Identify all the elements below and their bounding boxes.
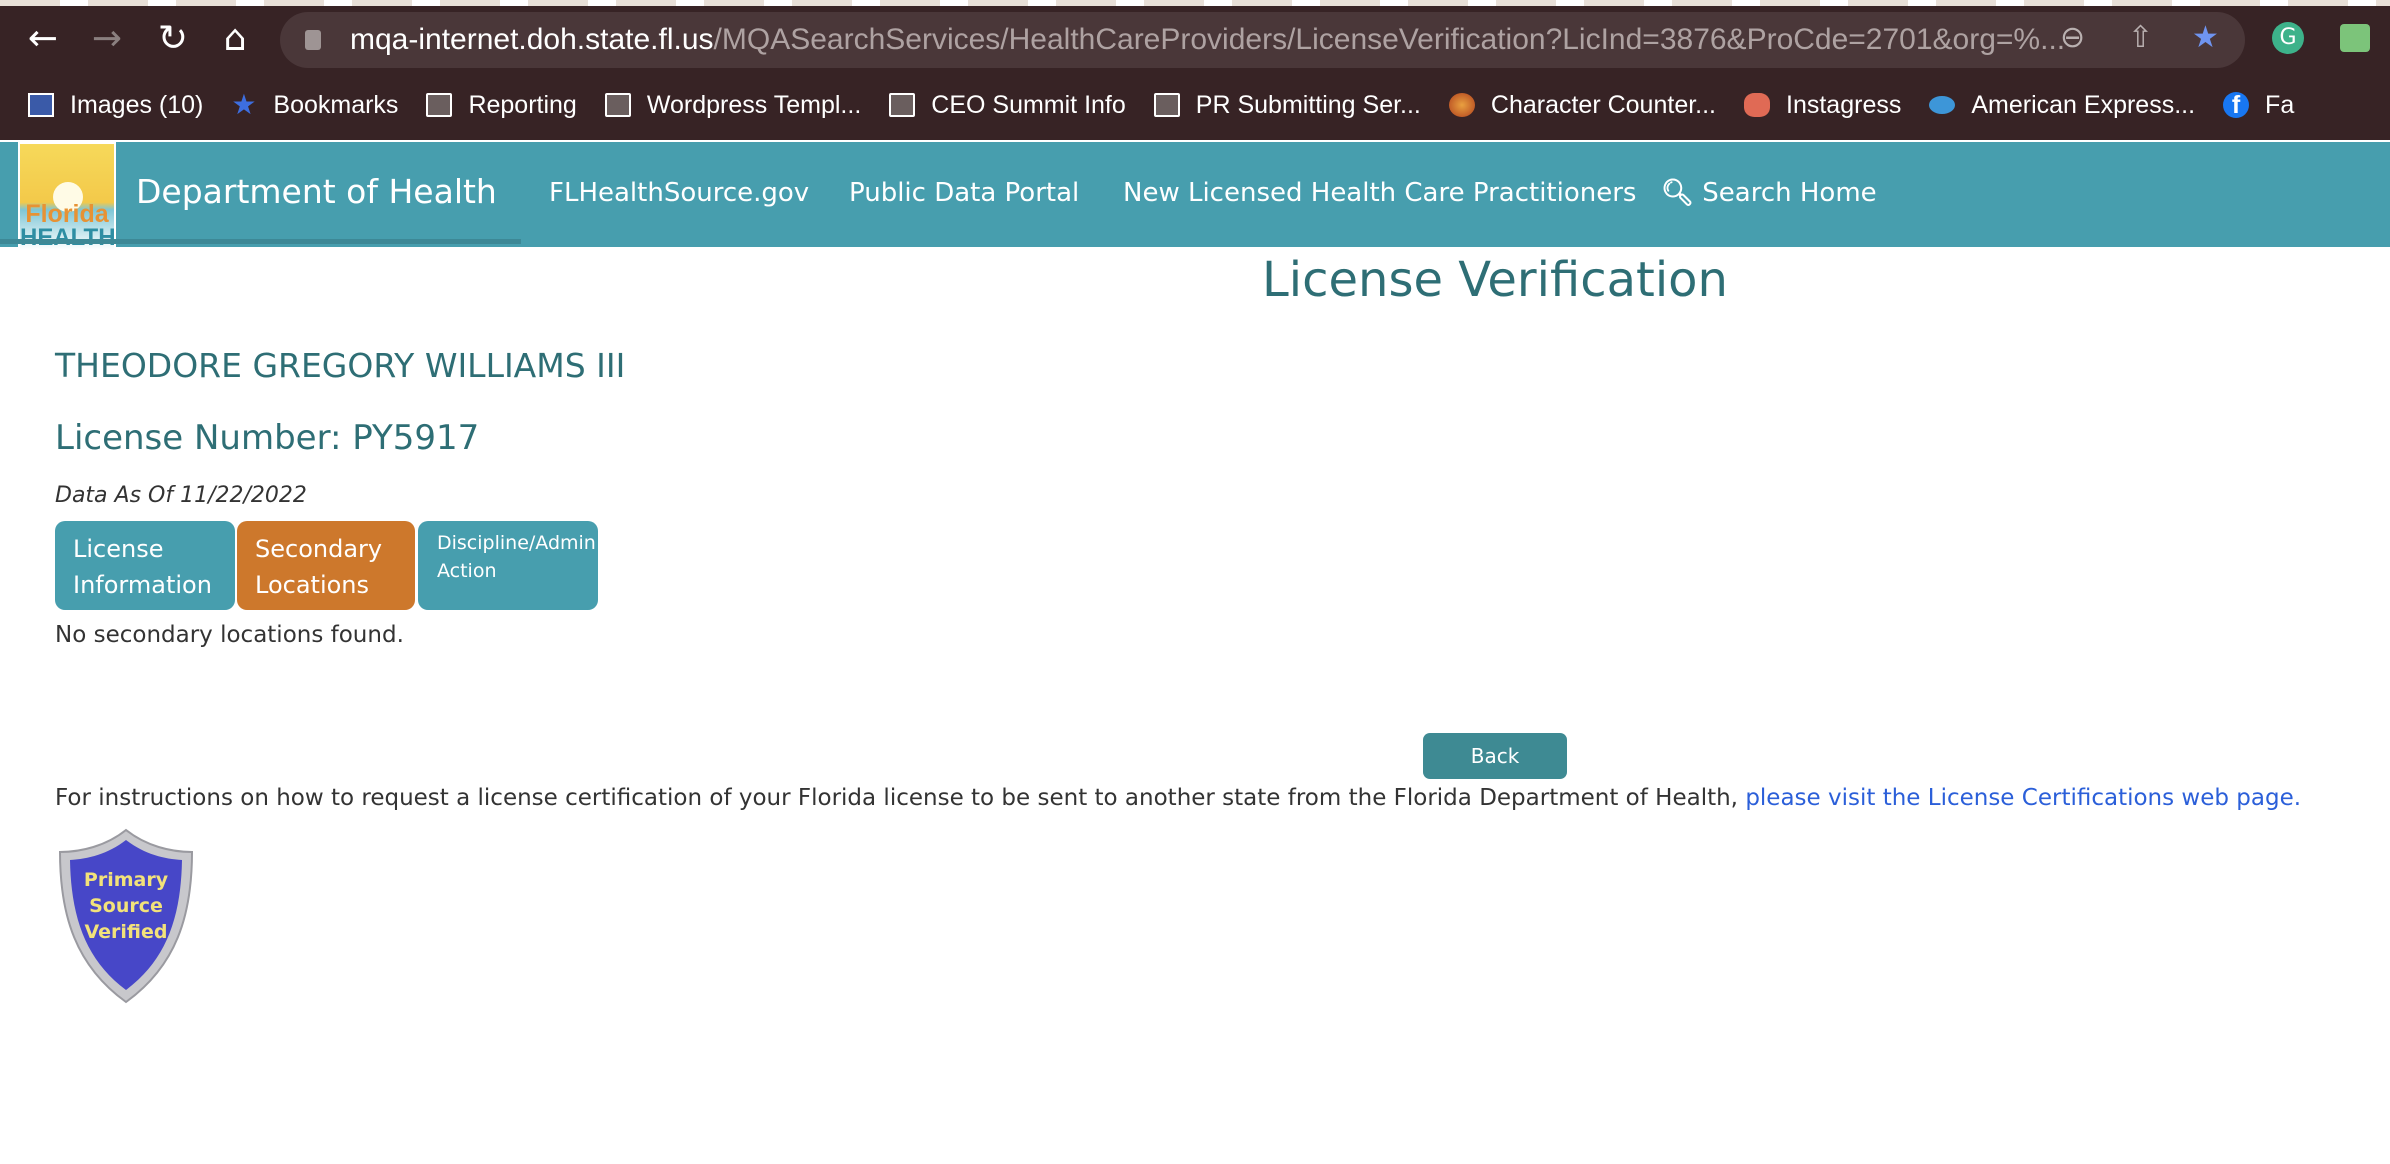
- nav-label: Search Home: [1702, 178, 1877, 208]
- zoom-icon[interactable]: ⊖: [2060, 20, 2085, 55]
- bookmark-images[interactable]: Images (10): [28, 91, 203, 120]
- bookmark-bookmarks[interactable]: ★ Bookmarks: [231, 91, 398, 120]
- instagress-icon: [1744, 93, 1771, 117]
- bookmark-label: Bookmarks: [273, 90, 399, 119]
- home-icon[interactable]: ⌂: [210, 18, 260, 59]
- florida-health-logo[interactable]: Florida HEALTH: [18, 142, 116, 252]
- instructions-text: For instructions on how to request a lic…: [55, 785, 1738, 811]
- image-icon: [28, 93, 54, 117]
- bookmark-label: American Express...: [1971, 90, 2196, 119]
- bookmark-american-express[interactable]: American Express...: [1929, 91, 2195, 120]
- bookmark-label: Wordpress Templ...: [646, 90, 862, 119]
- folder-icon: [889, 93, 916, 117]
- nav-new-licensed-practitioners[interactable]: New Licensed Health Care Practitioners: [1123, 178, 1636, 208]
- address-bar[interactable]: mqa-internet.doh.state.fl.us/MQASearchSe…: [280, 12, 2245, 68]
- badge-text: Verified: [84, 921, 167, 943]
- bookmark-ceo-summit[interactable]: CEO Summit Info: [889, 91, 1126, 120]
- lock-icon[interactable]: [305, 30, 321, 50]
- header-underline: [0, 239, 521, 244]
- reload-icon[interactable]: ↻: [148, 18, 198, 59]
- folder-icon: [426, 93, 453, 117]
- bookmark-label: Character Counter...: [1490, 90, 1717, 119]
- back-button[interactable]: Back: [1423, 733, 1567, 779]
- primary-source-verified-badge: Primary Source Verified: [58, 828, 194, 1004]
- bookmark-label: Images (10): [70, 90, 204, 119]
- grammarly-extension-icon[interactable]: G: [2272, 22, 2304, 54]
- certification-instructions: For instructions on how to request a lic…: [55, 785, 2301, 811]
- practitioner-name: THEODORE GREGORY WILLIAMS III: [55, 346, 626, 385]
- bookmark-instagress[interactable]: Instagress: [1744, 91, 1901, 120]
- data-as-of: Data As Of 11/22/2022: [55, 483, 307, 508]
- share-icon[interactable]: ⇧: [2128, 20, 2153, 55]
- nav-search-home[interactable]: 🔍︎ Search Home: [1661, 178, 1877, 208]
- forward-arrow-icon[interactable]: →: [82, 18, 132, 59]
- tab-license-information[interactable]: License Information: [55, 521, 235, 610]
- bookmark-label: Instagress: [1786, 90, 1902, 119]
- badge-text: Source: [89, 895, 163, 917]
- bookmark-label: Reporting: [468, 90, 577, 119]
- back-arrow-icon[interactable]: ←: [18, 18, 68, 59]
- star-icon: ★: [231, 89, 257, 120]
- search-icon: 🔍︎: [1661, 178, 1695, 208]
- logo-text: HEALTH: [20, 224, 116, 251]
- bookmark-label: Fa: [2265, 90, 2295, 119]
- folder-icon: [604, 93, 631, 117]
- bookmark-facebook[interactable]: f Fa: [2223, 91, 2294, 120]
- folder-icon: [1153, 93, 1180, 117]
- facebook-icon: f: [2223, 92, 2250, 118]
- no-results-message: No secondary locations found.: [55, 622, 404, 648]
- tab-discipline-admin-action[interactable]: Discipline/Admin Action: [418, 521, 598, 610]
- department-name[interactable]: Department of Health: [136, 172, 497, 211]
- tab-secondary-locations[interactable]: Secondary Locations: [237, 521, 415, 610]
- bookmark-character-counter[interactable]: Character Counter...: [1448, 90, 1717, 120]
- salesforce-icon: [1929, 96, 1956, 114]
- badge-text: Primary: [84, 869, 169, 891]
- license-certifications-link[interactable]: please visit the License Certifications …: [1745, 785, 2301, 811]
- bookmark-star-icon[interactable]: ★: [2192, 20, 2219, 55]
- extension-icon[interactable]: [2340, 24, 2370, 52]
- license-number: License Number: PY5917: [55, 418, 480, 458]
- nav-public-data-portal[interactable]: Public Data Portal: [849, 178, 1079, 208]
- url-host: mqa-internet.doh.state.fl.us: [350, 23, 714, 56]
- bookmark-label: PR Submitting Ser...: [1195, 90, 1421, 119]
- orb-icon: [1448, 93, 1475, 117]
- nav-flhealthsource[interactable]: FLHealthSource.gov: [549, 178, 809, 208]
- page-title: License Verification: [1262, 252, 1728, 308]
- bookmark-reporting[interactable]: Reporting: [426, 90, 577, 120]
- url-path: /MQASearchServices/HealthCareProviders/L…: [713, 23, 2066, 56]
- bookmark-label: CEO Summit Info: [931, 90, 1126, 119]
- bookmark-pr-submitting[interactable]: PR Submitting Ser...: [1153, 90, 1421, 120]
- bookmark-wordpress[interactable]: Wordpress Templ...: [604, 90, 862, 120]
